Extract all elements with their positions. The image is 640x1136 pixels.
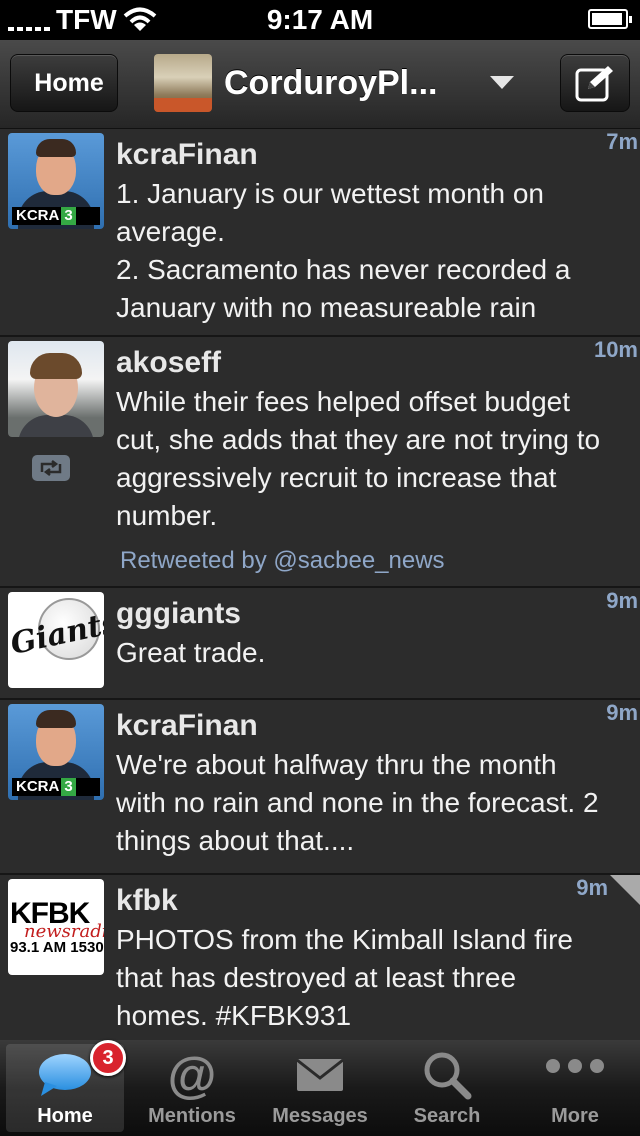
compose-button[interactable]	[560, 54, 630, 112]
tweet-text: We're about halfway thru the month with …	[116, 749, 599, 856]
compose-icon	[575, 66, 613, 102]
tweet-text: Great trade.	[116, 637, 266, 668]
kcra-avatar[interactable]: KCRA 3	[8, 704, 104, 800]
home-back-button[interactable]: Home	[10, 54, 118, 112]
at-sign-icon: @	[167, 1047, 217, 1103]
navigation-bar: Home CorduroyPl...	[0, 40, 640, 129]
tab-label: Home	[37, 1105, 93, 1127]
unread-corner-marker	[610, 875, 640, 905]
tweet-time: 9m	[576, 875, 608, 900]
giants-logo[interactable]: Giants	[8, 592, 104, 688]
magnifier-icon	[388, 1050, 506, 1100]
retweet-icon	[32, 455, 70, 481]
tweet-time: 7m	[606, 129, 638, 154]
tweet-row[interactable]: akoseff While their fees helped offset b…	[0, 337, 640, 588]
account-title[interactable]: CorduroyPl...	[224, 64, 437, 103]
tab-more[interactable]: More	[516, 1044, 634, 1132]
envelope-icon	[261, 1050, 379, 1100]
timeline[interactable]: KCRA 3 kcraFinan 1. January is our wettes…	[0, 129, 640, 1040]
tweet-username: akoseff	[116, 346, 222, 379]
retweeted-by[interactable]: Retweeted by @sacbee_news	[116, 543, 614, 579]
tweet-username: gggiants	[116, 597, 241, 630]
kcra-logo-text: KCRA 3	[12, 778, 100, 796]
tab-label: Mentions	[148, 1105, 236, 1127]
tweet-time: 10m	[593, 337, 638, 362]
tab-label: Search	[413, 1105, 481, 1127]
tweet-row[interactable]: KFBK newsradio 93.1 AM 1530 kfbk PHOTOS …	[0, 875, 640, 1040]
notification-badge: 3	[90, 1040, 126, 1076]
tweet-username: kfbk	[116, 884, 178, 917]
person-avatar[interactable]	[8, 341, 104, 437]
tweet-time: 9m	[606, 588, 638, 613]
chevron-down-icon[interactable]	[490, 76, 514, 89]
tweet-text: While their fees helped offset budget cu…	[116, 386, 601, 531]
status-time: 9:17 AM	[266, 4, 374, 35]
tab-mentions[interactable]: @ Mentions	[133, 1044, 251, 1132]
back-button-label: Home	[34, 68, 104, 97]
tab-bar: 3 Home @ Mentions Messages Search More	[0, 1040, 640, 1136]
tweet-text: PHOTOS from the Kimball Island fire that…	[116, 924, 573, 1031]
tweet-username: kcraFinan	[116, 709, 258, 742]
tab-home[interactable]: 3 Home	[6, 1040, 126, 1132]
tweet-row[interactable]: KCRA 3 kcraFinan 1. January is our wettes…	[0, 129, 640, 337]
status-bar: TFW 9:17 AM	[0, 0, 640, 40]
kfbk-logo-frequency: 93.1 AM 1530	[10, 939, 104, 956]
tab-label: More	[551, 1105, 599, 1127]
tweet-text: 1. January is our wettest month on avera…	[116, 178, 571, 323]
tweet-row[interactable]: KCRA 3 kcraFinan We're about halfway thru…	[0, 700, 640, 875]
kcra-avatar[interactable]: KCRA 3	[8, 133, 104, 229]
tweet-time: 9m	[606, 700, 638, 725]
more-dots-icon	[516, 1050, 634, 1108]
tab-messages[interactable]: Messages	[261, 1044, 379, 1132]
tweet-username: kcraFinan	[116, 138, 258, 171]
battery-icon	[588, 9, 632, 29]
tweet-row[interactable]: Giants gggiants Great trade. 9m	[0, 588, 640, 700]
kcra-logo-text: KCRA 3	[12, 207, 100, 225]
tab-search[interactable]: Search	[388, 1044, 506, 1132]
kfbk-logo[interactable]: KFBK newsradio 93.1 AM 1530	[8, 879, 104, 975]
tab-label: Messages	[272, 1105, 368, 1127]
account-avatar[interactable]	[154, 54, 212, 112]
